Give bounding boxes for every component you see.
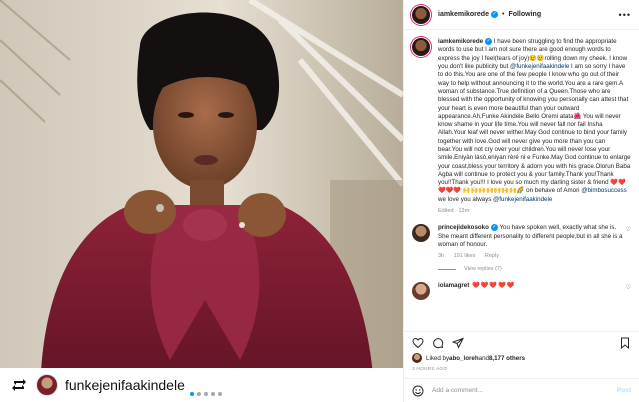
comment-meta: 3h 191 likes Reply bbox=[438, 252, 628, 260]
caption-username[interactable]: iamkemikorede bbox=[438, 38, 483, 45]
view-replies-line bbox=[438, 268, 456, 270]
commenter-avatar[interactable] bbox=[412, 282, 430, 301]
mention-link[interactable]: @bimbosuccess bbox=[581, 187, 627, 194]
carousel-dot bbox=[190, 392, 194, 396]
comments-scroll-area[interactable]: iamkemikorede ✓ I have been struggling to… bbox=[404, 30, 639, 331]
comment-bubble-icon[interactable] bbox=[432, 337, 444, 349]
post-side-panel: iamkemikorede ✓ • Following ••• iamkemik… bbox=[403, 0, 639, 402]
comment-text: ❤️❤️❤️❤️❤️ bbox=[469, 282, 516, 290]
caption-body-3: we love you always bbox=[438, 195, 494, 203]
repost-username: funkejenifaakindele bbox=[65, 377, 185, 393]
carousel-dot bbox=[218, 392, 222, 396]
mention-link[interactable]: @funkejenifaakindele bbox=[510, 63, 569, 70]
post-comment-button[interactable]: Post bbox=[617, 387, 631, 394]
likes-count[interactable]: 8,177 others bbox=[489, 355, 525, 362]
emoji-smiley-icon[interactable] bbox=[412, 385, 424, 397]
likes-summary: Liked by abo_loreh and 8,177 others bbox=[404, 353, 639, 363]
carousel-dot bbox=[197, 392, 201, 396]
commenter-username[interactable]: princejidekosoko bbox=[438, 224, 489, 231]
verified-badge-icon: ✓ bbox=[485, 38, 493, 45]
comment-body: princejidekosoko ✓ You have spoken well, … bbox=[438, 224, 628, 260]
share-paper-plane-icon[interactable] bbox=[452, 337, 464, 349]
post-actions-bar bbox=[404, 331, 639, 353]
comment-likes[interactable]: 191 likes bbox=[454, 253, 476, 259]
author-avatar[interactable] bbox=[412, 5, 430, 24]
view-replies-button[interactable]: View replies (7) bbox=[438, 266, 631, 272]
repost-avatar bbox=[36, 374, 58, 396]
following-button[interactable]: Following bbox=[508, 11, 541, 18]
caption-edited-time: Edited · 13m bbox=[438, 208, 470, 215]
comment-like-heart-icon[interactable]: ♡ bbox=[626, 226, 631, 233]
portrait-image bbox=[0, 0, 403, 402]
caption-body-2: I am so sorry I have to do this.You are … bbox=[438, 63, 631, 195]
caption-author-avatar[interactable] bbox=[412, 38, 430, 56]
likes-prefix: Liked by bbox=[426, 354, 450, 362]
add-comment-bar: Post bbox=[404, 378, 639, 402]
comment-reply-button[interactable]: Reply bbox=[485, 253, 499, 259]
commenter-username[interactable]: iolamagret bbox=[438, 282, 469, 289]
carousel-dot bbox=[211, 392, 215, 396]
comment-item: princejidekosoko ✓ You have spoken well, … bbox=[412, 224, 631, 260]
instagram-post: funkejenifaakindele iamkemikorede ✓ • Fo… bbox=[0, 0, 639, 402]
liker-username[interactable]: abo_loreh bbox=[449, 355, 479, 362]
caption-text: iamkemikorede ✓ I have been struggling to… bbox=[438, 38, 631, 204]
liker-avatar[interactable] bbox=[412, 353, 422, 363]
post-timestamp: 3 HOURS AGO bbox=[412, 367, 448, 372]
post-photo[interactable]: funkejenifaakindele bbox=[0, 0, 403, 402]
more-options-icon[interactable]: ••• bbox=[619, 10, 631, 20]
post-header: iamkemikorede ✓ • Following ••• bbox=[404, 0, 639, 30]
verified-badge-icon: ✓ bbox=[490, 224, 498, 232]
repost-icon bbox=[10, 376, 28, 394]
verified-badge-icon: ✓ bbox=[490, 11, 498, 18]
comment-item: iolamagret ❤️❤️❤️❤️❤️ ♡ bbox=[412, 282, 631, 301]
comment-time: 3h bbox=[438, 253, 445, 260]
author-username[interactable]: iamkemikorede bbox=[438, 11, 489, 18]
likes-middle: and bbox=[478, 354, 489, 362]
header-separator: • bbox=[501, 11, 505, 18]
like-heart-icon[interactable] bbox=[412, 337, 424, 349]
mention-link[interactable]: @funkejenifaakindele bbox=[493, 196, 552, 203]
comment-like-heart-icon[interactable]: ♡ bbox=[626, 284, 631, 291]
carousel-dot bbox=[204, 392, 208, 396]
carousel-indicator bbox=[190, 392, 222, 396]
save-bookmark-icon[interactable] bbox=[619, 337, 631, 349]
repost-attribution-bar: funkejenifaakindele bbox=[0, 368, 403, 402]
post-caption: iamkemikorede ✓ I have been struggling to… bbox=[412, 38, 631, 204]
view-replies-label: View replies (7) bbox=[464, 266, 502, 273]
comment-input[interactable] bbox=[432, 387, 617, 394]
comment-body: iolamagret ❤️❤️❤️❤️❤️ bbox=[438, 282, 628, 300]
commenter-avatar[interactable] bbox=[412, 224, 430, 243]
